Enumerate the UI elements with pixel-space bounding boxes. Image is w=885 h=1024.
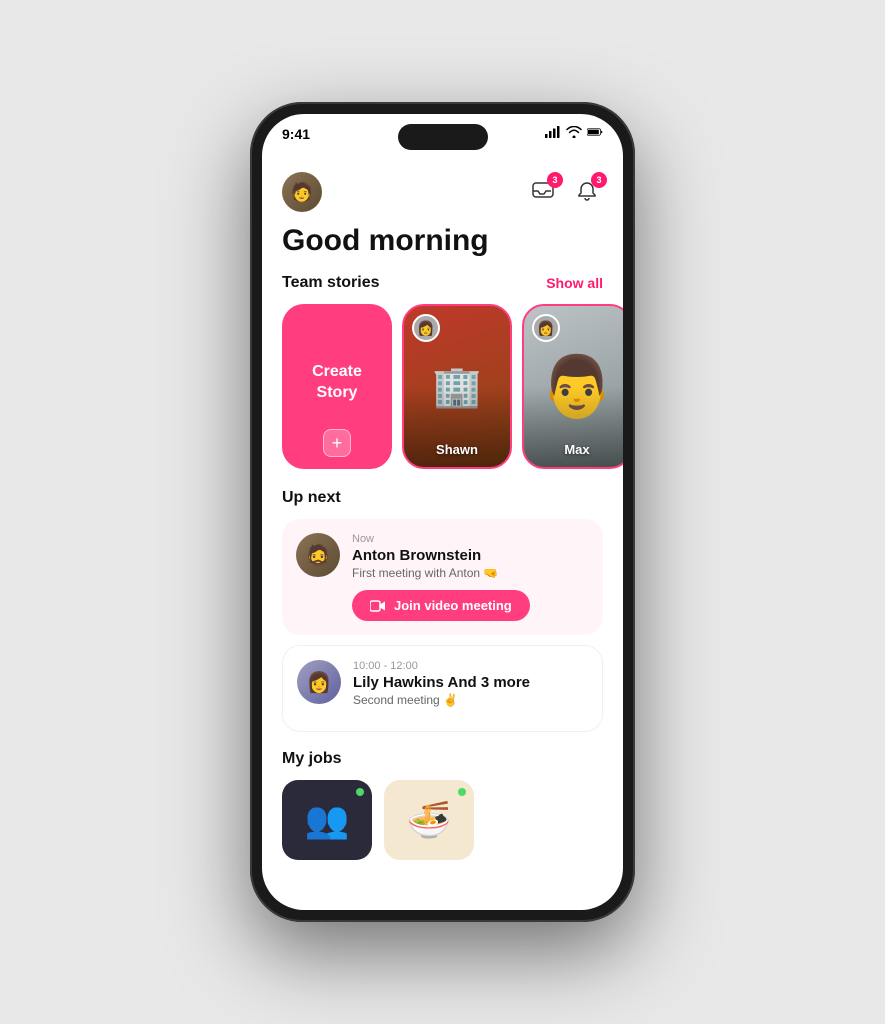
join-label: Join video meeting [394,598,512,613]
video-icon [370,600,386,612]
signal-icon [545,126,561,138]
job-emoji-2: 🍜 [407,799,452,841]
my-jobs-section: My jobs 👥 🍜 [262,742,623,876]
create-story-label: CreateStory [312,362,362,404]
job-card-1[interactable]: 👥 [282,780,372,860]
meeting-info-2: 10:00 - 12:00 Lily Hawkins And 3 more Se… [353,660,588,717]
meeting-name-1: Anton Brownstein [352,547,589,564]
stories-scroll: CreateStory + 🏢 👩 Shawn 👨 👩 Max [262,304,623,485]
user-avatar[interactable]: 🧑 [282,172,322,212]
meeting-time-1: Now [352,533,589,545]
job-dot-2 [458,788,466,796]
team-stories-title: Team stories [282,274,380,292]
meeting-desc-1: First meeting with Anton 🤜 [352,566,589,580]
jobs-row: 👥 🍜 [282,780,603,860]
meeting-name-2: Lily Hawkins And 3 more [353,674,588,691]
team-stories-header: Team stories Show all [262,274,623,304]
wifi-icon [566,126,582,138]
meeting-row-1: 🧔 Now Anton Brownstein First meeting wit… [296,533,589,621]
status-bar: 9:41 [262,114,623,164]
header-row: 🧑 3 3 [262,164,623,216]
meeting-avatar-2: 👩 [297,660,341,704]
job-emoji-1: 👥 [305,799,350,841]
my-jobs-title: My jobs [282,750,603,768]
create-story-card[interactable]: CreateStory + [282,304,392,469]
notch [398,124,488,150]
story-card-shawn[interactable]: 🏢 👩 Shawn [402,304,512,469]
story-avatar-max: 👩 [532,314,560,342]
meeting-time-2: 10:00 - 12:00 [353,660,588,672]
bell-button[interactable]: 3 [571,176,603,208]
greeting-text: Good morning [262,216,623,274]
status-icons [545,126,603,138]
story-avatar-shawn: 👩 [412,314,440,342]
story-name-max: Max [524,442,623,457]
up-next-section: Up next 🧔 Now Anton Brownstein First mee… [262,485,623,732]
story-card-max[interactable]: 👨 👩 Max [522,304,623,469]
job-dot-1 [356,788,364,796]
meeting-info-1: Now Anton Brownstein First meeting with … [352,533,589,621]
job-card-2[interactable]: 🍜 [384,780,474,860]
phone-frame: 9:41 [250,102,635,922]
up-next-title: Up next [282,489,603,507]
join-video-button[interactable]: Join video meeting [352,590,530,621]
show-all-button[interactable]: Show all [546,275,603,291]
phone-screen: 9:41 [262,114,623,910]
inbox-button[interactable]: 3 [527,176,559,208]
meeting-card-1: 🧔 Now Anton Brownstein First meeting wit… [282,519,603,635]
bell-badge: 3 [591,172,607,188]
battery-icon [587,126,603,138]
notification-icons: 3 3 [527,176,603,208]
inbox-badge: 3 [547,172,563,188]
create-plus-icon: + [323,429,351,457]
screen-content: 🧑 3 3 [262,114,623,910]
meeting-avatar-1: 🧔 [296,533,340,577]
meeting-card-2: 👩 10:00 - 12:00 Lily Hawkins And 3 more … [282,645,603,732]
meeting-desc-2: Second meeting ✌ [353,693,588,707]
story-name-shawn: Shawn [404,442,510,457]
status-time: 9:41 [282,126,310,142]
meeting-row-2: 👩 10:00 - 12:00 Lily Hawkins And 3 more … [297,660,588,717]
